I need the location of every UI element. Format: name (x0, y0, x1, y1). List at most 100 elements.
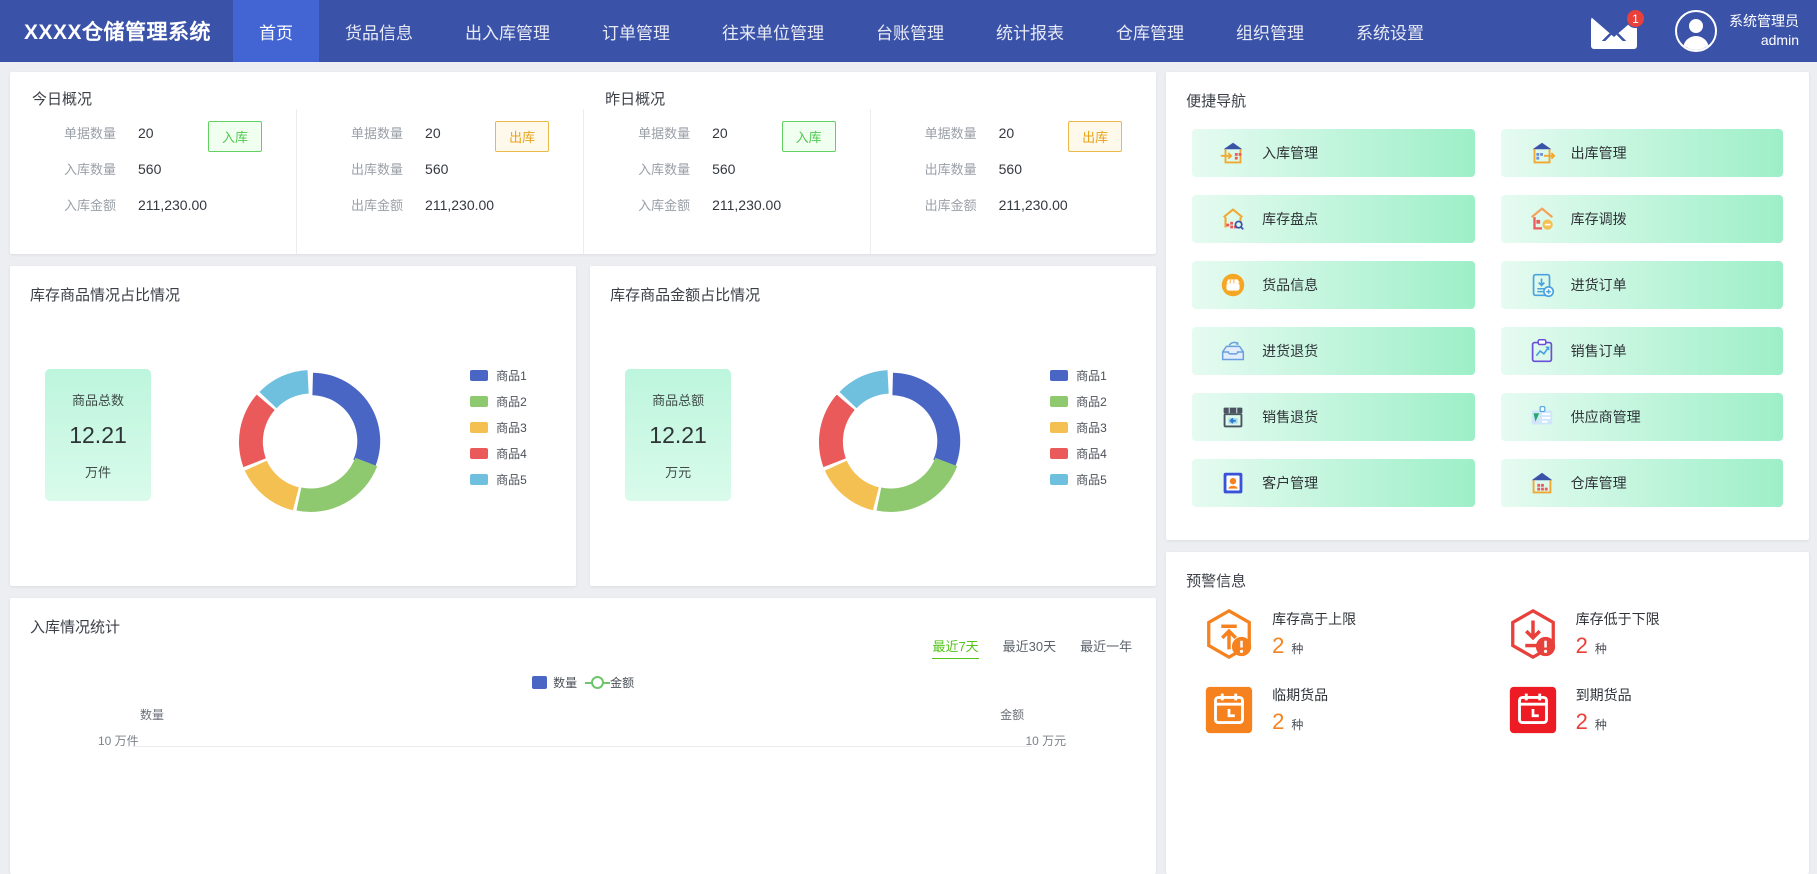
legend-item-amount[interactable]: 金额 (585, 674, 634, 691)
legend-item[interactable]: 商品3 (470, 419, 570, 436)
legend-item[interactable]: 商品1 (470, 367, 570, 384)
nav-item-warehouse-management[interactable]: 仓库管理 (1090, 0, 1210, 62)
nav-item-system-settings[interactable]: 系统设置 (1330, 0, 1450, 62)
quicknav-item-stock-check[interactable]: 库存盘点 (1192, 195, 1475, 243)
legend-item[interactable]: 商品4 (470, 445, 570, 462)
legend-item[interactable]: 商品2 (1050, 393, 1150, 410)
range-tab-1year[interactable]: 最近一年 (1080, 636, 1132, 659)
chart-gridline (132, 746, 1032, 747)
mail-icon[interactable]: 1 (1589, 9, 1645, 53)
legend-item[interactable]: 商品2 (470, 393, 570, 410)
yesterday-overview-section: 昨日概况 入库 单据数量 20 入库数量 560 入库金额 211,230.00… (583, 72, 1156, 254)
stat-value: 20 (712, 125, 728, 141)
warehouse-icon (1531, 472, 1552, 494)
sales-return-icon (1223, 407, 1243, 428)
warning-item-expired[interactable]: 到期货品 2 种 (1506, 683, 1779, 737)
warning-item-near-expiry[interactable]: 临期货品 2 种 (1202, 683, 1475, 737)
app-brand-title: XXXX仓储管理系统 (24, 21, 212, 44)
quicknav-item-goods-info[interactable]: 货品信息 (1192, 261, 1475, 309)
nav-item-partner-management[interactable]: 往来单位管理 (696, 0, 850, 62)
yesterday-inbound-tag: 入库 (781, 121, 836, 152)
stock-transfer-icon (1530, 207, 1553, 230)
legend-item-quantity[interactable]: 数量 (532, 674, 577, 691)
warning-grid: 库存高于上限 2 种 库存低于下限 2 种 临期货品 2 种 到期货品 2 种 (1166, 591, 1809, 737)
quicknav-item-customer-management[interactable]: 客户管理 (1192, 459, 1475, 507)
stat-label: 出库数量 (924, 162, 977, 177)
stat-value: 211,230.00 (138, 197, 208, 213)
quicknav-item-purchase-order[interactable]: 进货订单 (1500, 261, 1783, 309)
inbound-statistics-card: 入库情况统计 最近7天 最近30天 最近一年 数量 金额 数量 金额 10 万件… (10, 598, 1157, 874)
stat-row: 出库金额 211,230.00 (297, 195, 583, 214)
quicknav-item-warehouse-management[interactable]: 仓库管理 (1500, 459, 1783, 507)
user-profile[interactable]: 系统管理员 admin (1675, 10, 1799, 52)
nav-item-goods-info[interactable]: 货品信息 (319, 0, 439, 62)
stat-value: 20 (998, 125, 1015, 141)
quicknav-item-sales-return[interactable]: 销售退货 (1192, 393, 1475, 441)
nav-item-statistics-report[interactable]: 统计报表 (970, 0, 1090, 62)
stat-label: 单据数量 (638, 126, 691, 141)
legend-label: 商品3 (496, 420, 527, 435)
range-tab-30days[interactable]: 最近30天 (1003, 636, 1056, 659)
customer-icon (1223, 472, 1243, 494)
user-role-label: 系统管理员 (1729, 13, 1799, 30)
donut-chart-amount (731, 336, 1050, 546)
quicknav-label: 仓库管理 (1570, 475, 1627, 491)
quicknav-item-supplier-management[interactable]: 供应商管理 (1500, 393, 1783, 441)
quick-navigation-title: 便捷导航 (1186, 93, 1247, 110)
stat-label: 入库金额 (638, 198, 691, 213)
stat-label: 出库数量 (351, 162, 404, 177)
purchase-order-icon (1532, 273, 1554, 298)
warning-item-stock-under-limit[interactable]: 库存低于下限 2 种 (1506, 607, 1779, 661)
user-info: 系统管理员 admin (1729, 12, 1799, 50)
today-inbound-block: 入库 单据数量 20 入库数量 560 入库金额 211,230.00 (10, 109, 296, 254)
inventory-amount-chart-title: 库存商品金额占比情况 (610, 287, 761, 304)
quicknav-item-sales-order[interactable]: 销售订单 (1500, 327, 1783, 375)
quicknav-item-inbound-management[interactable]: 入库管理 (1192, 129, 1475, 177)
y-axis-left-label: 数量 (140, 708, 165, 722)
stat-row: 出库数量 560 (297, 159, 583, 178)
nav-item-inout-management[interactable]: 出入库管理 (439, 0, 576, 62)
legend-item[interactable]: 商品4 (1050, 445, 1150, 462)
legend-label: 商品5 (496, 472, 527, 487)
side-column: 便捷导航 入库管理 出库管理 库存盘点 库存调拨 货品信息 进货订单 进货退货 … (1166, 72, 1809, 874)
legend-item[interactable]: 商品5 (1050, 471, 1150, 488)
y-axis-right-label: 金额 (1000, 708, 1025, 722)
warning-label: 到期货品 (1575, 687, 1632, 703)
legend-label: 商品2 (1076, 394, 1107, 409)
warning-item-stock-over-limit[interactable]: 库存高于上限 2 种 (1202, 607, 1475, 661)
range-tab-7days[interactable]: 最近7天 (932, 636, 979, 659)
quicknav-label: 入库管理 (1262, 145, 1319, 161)
today-outbound-block: 出库 单据数量 20 出库数量 560 出库金额 211,230.00 (296, 109, 583, 254)
nav-item-ledger-management[interactable]: 台账管理 (850, 0, 970, 62)
quicknav-item-outbound-management[interactable]: 出库管理 (1500, 129, 1783, 177)
legend-swatch (470, 369, 489, 381)
stat-row: 入库金额 211,230.00 (584, 195, 870, 214)
legend-swatch (1050, 473, 1069, 485)
legend-label: 商品4 (1076, 446, 1107, 461)
stat-label: 单据数量 (64, 126, 117, 141)
quicknav-item-purchase-return[interactable]: 进货退货 (1192, 327, 1475, 375)
top-navigation-bar: XXXX仓储管理系统 首页 货品信息 出入库管理 订单管理 往来单位管理 台账管… (0, 0, 1817, 62)
total-value: 12.21 (69, 421, 127, 448)
quicknav-label: 进货退货 (1262, 343, 1319, 359)
dashboard-body: 今日概况 入库 单据数量 20 入库数量 560 入库金额 211,230.00… (0, 62, 1817, 874)
legend-item[interactable]: 商品3 (1050, 419, 1150, 436)
legend-label: 商品3 (1076, 420, 1107, 435)
legend-label: 数量 (553, 676, 578, 690)
legend-item[interactable]: 商品1 (1050, 367, 1150, 384)
quicknav-item-stock-transfer[interactable]: 库存调拨 (1500, 195, 1783, 243)
warning-unit: 种 (1594, 642, 1607, 656)
stat-value: 20 (425, 125, 441, 141)
amount-chart-legend: 商品1 商品2 商品3 商品4 商品5 (1050, 367, 1150, 516)
warning-count: 2 (1272, 709, 1285, 734)
legend-item[interactable]: 商品5 (470, 471, 570, 488)
nav-item-organization-management[interactable]: 组织管理 (1210, 0, 1330, 62)
main-column: 今日概况 入库 单据数量 20 入库数量 560 入库金额 211,230.00… (10, 72, 1157, 874)
nav-item-home[interactable]: 首页 (233, 0, 320, 62)
stat-row: 入库数量 560 (10, 159, 296, 178)
nav-item-order-management[interactable]: 订单管理 (576, 0, 696, 62)
warning-unit: 种 (1291, 642, 1304, 656)
legend-swatch (1050, 447, 1069, 459)
warning-unit: 种 (1594, 718, 1607, 732)
inbound-statistics-title: 入库情况统计 (30, 619, 121, 636)
